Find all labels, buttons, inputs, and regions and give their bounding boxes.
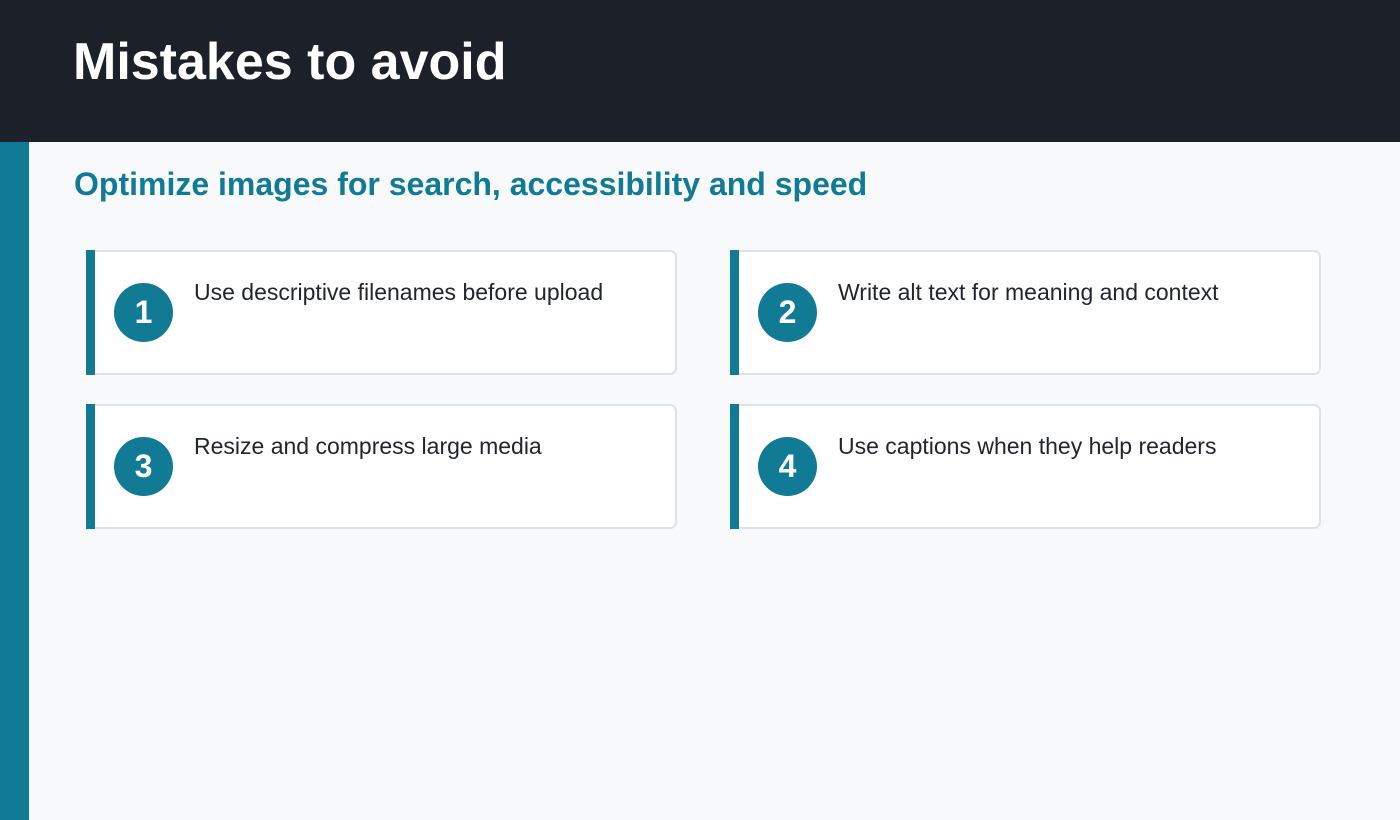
card-text: Write alt text for meaning and context xyxy=(838,279,1219,305)
tip-card-4: 4 Use captions when they help readers xyxy=(730,404,1321,529)
card-text: Use captions when they help readers xyxy=(838,433,1217,459)
card-text: Use descriptive filenames before upload xyxy=(194,279,604,305)
page-subtitle: Optimize images for search, accessibilit… xyxy=(74,166,868,202)
card-accent-bar xyxy=(730,250,739,375)
header-bar: Mistakes to avoid xyxy=(0,0,1400,142)
card-accent-bar xyxy=(730,404,739,529)
tip-card-2: 2 Write alt text for meaning and context xyxy=(730,250,1321,375)
page-title: Mistakes to avoid xyxy=(73,33,507,91)
card-text: Resize and compress large media xyxy=(194,433,542,459)
number-badge: 2 xyxy=(758,283,817,342)
card-accent-bar xyxy=(86,250,95,375)
tip-card-1: 1 Use descriptive filenames before uploa… xyxy=(86,250,677,375)
number-badge: 3 xyxy=(114,437,173,496)
number-badge: 1 xyxy=(114,283,173,342)
side-accent-bar xyxy=(0,142,29,820)
number-badge: 4 xyxy=(758,437,817,496)
tip-card-3: 3 Resize and compress large media xyxy=(86,404,677,529)
card-accent-bar xyxy=(86,404,95,529)
